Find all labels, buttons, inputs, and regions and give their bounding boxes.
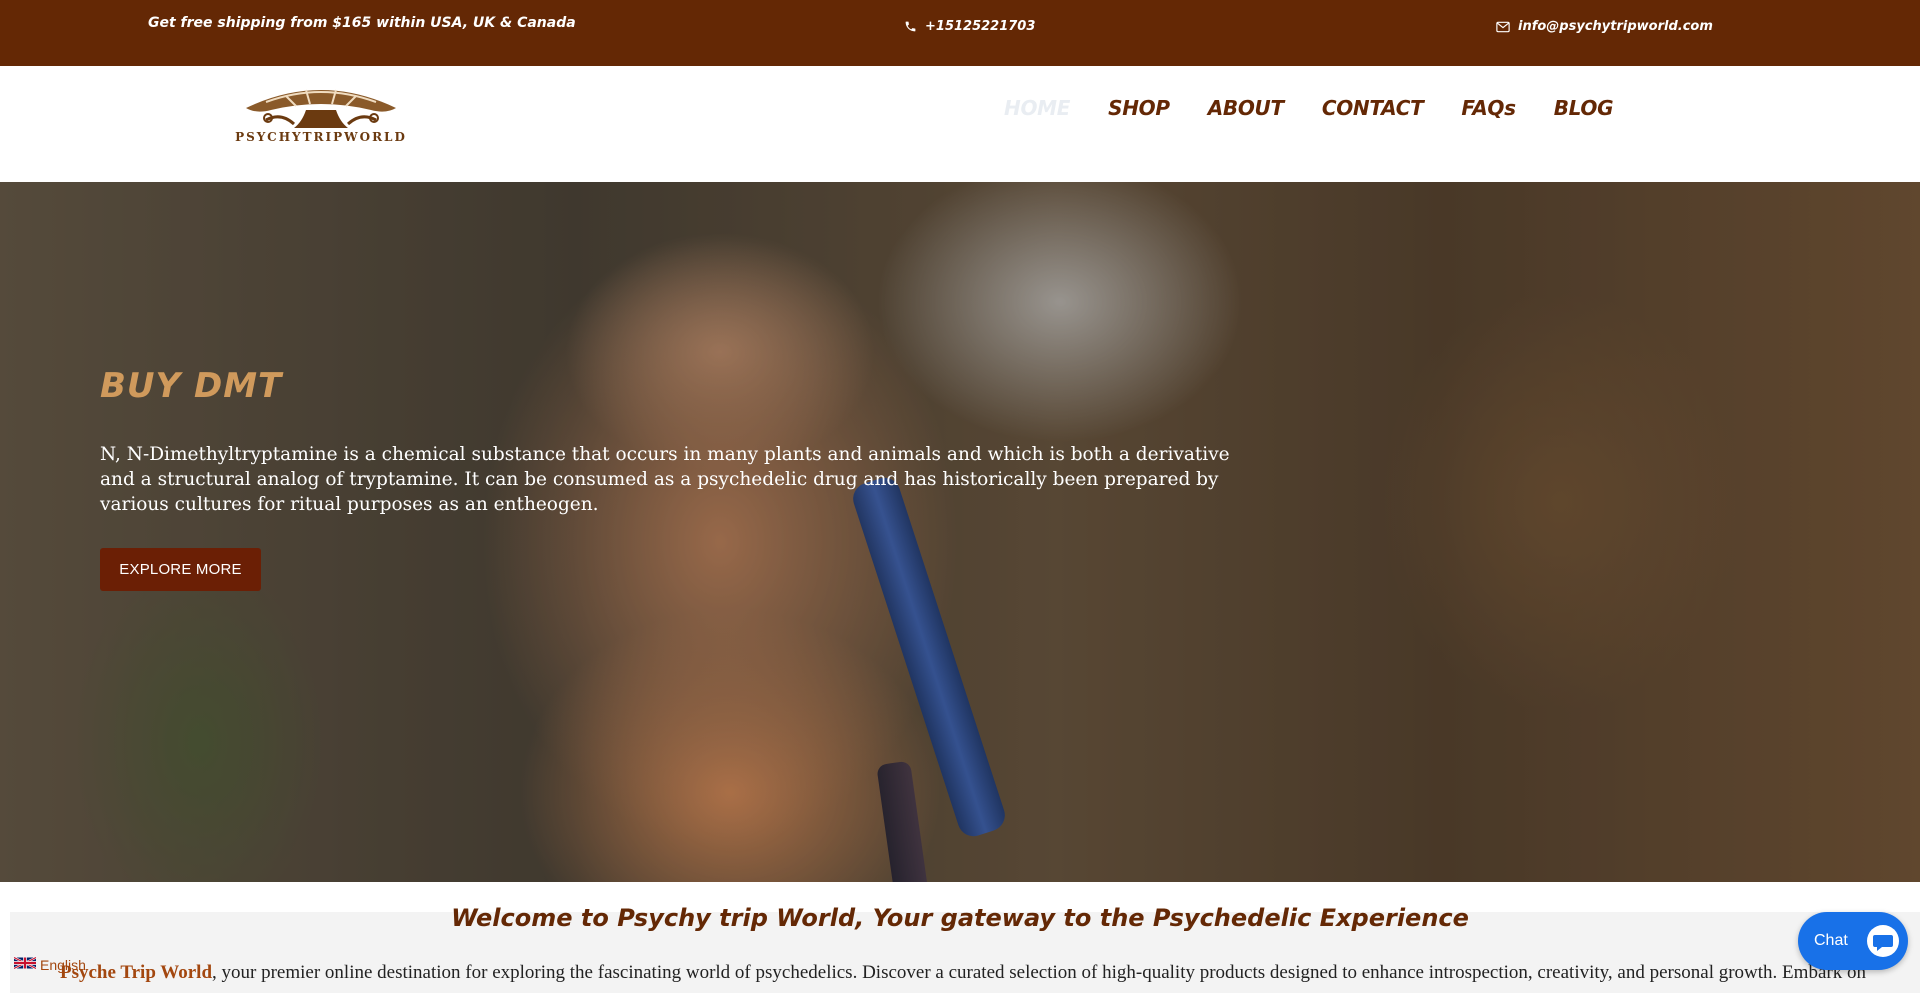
logo-wordmark: PSYCHYTRIPWORLD [235,130,407,144]
top-bar: Get free shipping from $165 within USA, … [0,0,1920,66]
chat-widget-button[interactable]: Chat [1798,912,1908,970]
phone-contact[interactable]: +15125221703 [904,19,1035,34]
hero-title: BUY DMT [100,366,283,406]
email-contact[interactable]: info@psychytripworld.com [1496,19,1713,34]
nav-faqs[interactable]: FAQs [1461,96,1516,120]
chat-bubble-icon [1866,925,1900,962]
nav-about[interactable]: ABOUT [1208,96,1284,120]
language-selector[interactable]: English [13,956,86,973]
hero-description: N, N-Dimethyltryptamine is a chemical su… [100,444,1230,515]
phone-number[interactable]: +15125221703 [925,19,1035,34]
nav-contact[interactable]: CONTACT [1322,96,1424,120]
chat-label[interactable]: Chat [1814,932,1848,950]
phone-icon [904,20,917,33]
envelope-icon [1496,21,1510,33]
welcome-body: , your premier online destination for ex… [212,962,1870,983]
nav-shop[interactable]: SHOP [1108,96,1170,120]
shipping-notice: Get free shipping from $165 within USA, … [148,15,576,31]
mushroom-logo-icon [246,89,396,128]
language-label[interactable]: English [40,957,86,973]
nav-blog[interactable]: BLOG [1554,96,1614,120]
explore-more-button[interactable]: EXPLORE MORE [100,548,261,591]
main-nav: HOME SHOP ABOUT CONTACT FAQs BLOG [1004,96,1651,120]
site-header: PSYCHYTRIPWORLD HOME SHOP ABOUT CONTACT … [0,66,1920,182]
hero-banner: BUY DMT N, N-Dimethyltryptamine is a che… [0,182,1920,882]
email-address[interactable]: info@psychytripworld.com [1518,19,1713,34]
nav-home[interactable]: HOME [1004,96,1070,120]
hero-overlay [0,182,1920,882]
welcome-text: Psyche Trip World, your premier online d… [60,962,1870,986]
uk-flag-icon [13,956,37,973]
site-logo[interactable]: PSYCHYTRIPWORLD [206,80,436,146]
welcome-title: Welcome to Psychy trip World, Your gatew… [451,904,1469,932]
